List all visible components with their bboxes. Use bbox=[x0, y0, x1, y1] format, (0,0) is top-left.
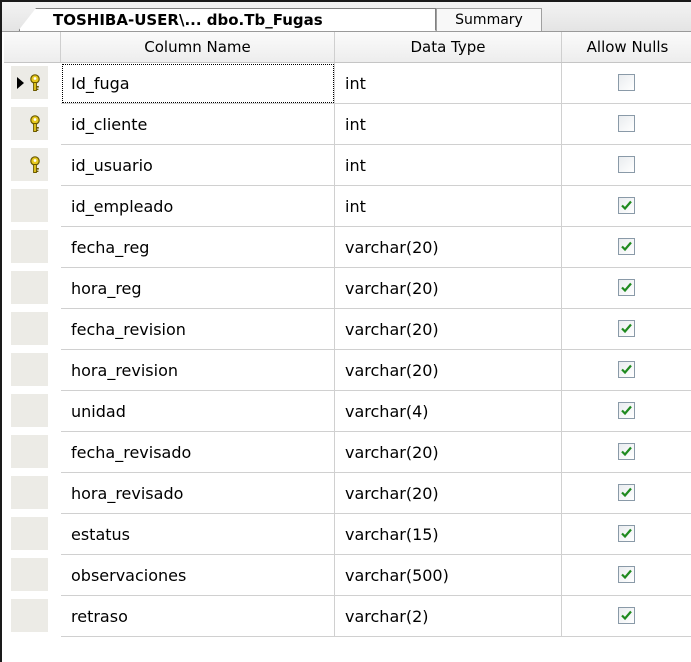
row-pointer-arrow-icon bbox=[17, 77, 24, 89]
allow-nulls-checkbox[interactable] bbox=[618, 402, 635, 419]
grid-header: Column Name Data Type Allow Nulls bbox=[4, 32, 691, 63]
allow-nulls-checkbox[interactable] bbox=[618, 238, 635, 255]
allow-nulls-checkbox[interactable] bbox=[618, 74, 635, 91]
table-row[interactable]: hora_revision varchar(20) bbox=[4, 350, 691, 391]
header-data-type[interactable]: Data Type bbox=[335, 32, 562, 62]
header-column-name[interactable]: Column Name bbox=[61, 32, 335, 62]
row-selector[interactable] bbox=[11, 230, 48, 264]
allow-nulls-cell bbox=[562, 104, 691, 145]
row-selector[interactable] bbox=[11, 353, 48, 387]
table-row[interactable]: hora_revisado varchar(20) bbox=[4, 473, 691, 514]
data-type-cell[interactable]: varchar(4) bbox=[335, 391, 562, 432]
tab-table-design[interactable]: TOSHIBA-USER\... dbo.Tb_Fugas bbox=[18, 8, 436, 31]
row-selector[interactable] bbox=[11, 394, 48, 428]
table-row[interactable]: unidad varchar(4) bbox=[4, 391, 691, 432]
data-type-cell[interactable]: int bbox=[335, 104, 562, 145]
allow-nulls-checkbox[interactable] bbox=[618, 484, 635, 501]
data-type-cell[interactable]: varchar(20) bbox=[335, 473, 562, 514]
data-type-cell[interactable]: varchar(500) bbox=[335, 555, 562, 596]
table-row[interactable]: observaciones varchar(500) bbox=[4, 555, 691, 596]
data-type-cell[interactable]: int bbox=[335, 145, 562, 186]
allow-nulls-checkbox[interactable] bbox=[618, 566, 635, 583]
header-allow-nulls[interactable]: Allow Nulls bbox=[562, 32, 691, 62]
column-name-cell[interactable]: observaciones bbox=[61, 555, 335, 596]
row-selector[interactable] bbox=[11, 435, 48, 469]
allow-nulls-checkbox[interactable] bbox=[618, 320, 635, 337]
allow-nulls-cell bbox=[562, 391, 691, 432]
allow-nulls-cell bbox=[562, 514, 691, 555]
data-type-cell[interactable]: int bbox=[335, 63, 562, 104]
row-selector-header bbox=[4, 32, 61, 62]
row-selector[interactable] bbox=[11, 476, 48, 510]
allow-nulls-cell bbox=[562, 555, 691, 596]
table-row[interactable]: hora_reg varchar(20) bbox=[4, 268, 691, 309]
table-row[interactable]: fecha_revision varchar(20) bbox=[4, 309, 691, 350]
allow-nulls-cell bbox=[562, 63, 691, 104]
allow-nulls-checkbox[interactable] bbox=[618, 607, 635, 624]
column-name-cell[interactable]: hora_revision bbox=[61, 350, 335, 391]
row-selector[interactable] bbox=[11, 312, 48, 346]
data-type-cell[interactable]: varchar(2) bbox=[335, 596, 562, 637]
table-row[interactable]: id_usuario int bbox=[4, 145, 691, 186]
key-icon bbox=[28, 115, 42, 137]
data-type-cell[interactable]: varchar(15) bbox=[335, 514, 562, 555]
data-type-cell[interactable]: varchar(20) bbox=[335, 432, 562, 473]
column-name-cell[interactable]: unidad bbox=[61, 391, 335, 432]
table-row[interactable]: id_cliente int bbox=[4, 104, 691, 145]
data-type-cell[interactable]: varchar(20) bbox=[335, 227, 562, 268]
column-name-cell[interactable]: Id_fuga bbox=[61, 63, 335, 104]
data-type-cell[interactable]: varchar(20) bbox=[335, 350, 562, 391]
column-name-cell[interactable]: estatus bbox=[61, 514, 335, 555]
allow-nulls-cell bbox=[562, 186, 691, 227]
allow-nulls-checkbox[interactable] bbox=[618, 115, 635, 132]
column-name-cell[interactable]: fecha_reg bbox=[61, 227, 335, 268]
row-selector[interactable] bbox=[11, 189, 48, 223]
column-name-cell[interactable]: hora_reg bbox=[61, 268, 335, 309]
table-row[interactable]: fecha_reg varchar(20) bbox=[4, 227, 691, 268]
table-row[interactable]: retraso varchar(2) bbox=[4, 596, 691, 637]
allow-nulls-cell bbox=[562, 227, 691, 268]
column-name-cell[interactable]: hora_revisado bbox=[61, 473, 335, 514]
table-row[interactable]: fecha_revisado varchar(20) bbox=[4, 432, 691, 473]
allow-nulls-cell bbox=[562, 350, 691, 391]
data-type-cell[interactable]: int bbox=[335, 186, 562, 227]
tab-summary[interactable]: Summary bbox=[436, 8, 542, 31]
allow-nulls-cell bbox=[562, 268, 691, 309]
column-name-cell[interactable]: id_empleado bbox=[61, 186, 335, 227]
data-type-cell[interactable]: varchar(20) bbox=[335, 268, 562, 309]
table-designer-window: TOSHIBA-USER\... dbo.Tb_Fugas Summary Co… bbox=[0, 0, 691, 662]
row-selector[interactable] bbox=[11, 517, 48, 551]
key-icon bbox=[28, 156, 42, 178]
column-name-cell[interactable]: fecha_revision bbox=[61, 309, 335, 350]
allow-nulls-checkbox[interactable] bbox=[618, 361, 635, 378]
allow-nulls-checkbox[interactable] bbox=[618, 197, 635, 214]
key-icon bbox=[28, 74, 42, 96]
allow-nulls-checkbox[interactable] bbox=[618, 279, 635, 296]
table-row[interactable]: estatus varchar(15) bbox=[4, 514, 691, 555]
allow-nulls-cell bbox=[562, 473, 691, 514]
column-name-cell[interactable]: retraso bbox=[61, 596, 335, 637]
allow-nulls-checkbox[interactable] bbox=[618, 443, 635, 460]
row-selector[interactable] bbox=[11, 558, 48, 592]
allow-nulls-cell bbox=[562, 145, 691, 186]
document-tab-strip: TOSHIBA-USER\... dbo.Tb_Fugas Summary bbox=[2, 2, 691, 32]
allow-nulls-cell bbox=[562, 432, 691, 473]
row-selector[interactable] bbox=[11, 599, 48, 633]
allow-nulls-cell bbox=[562, 596, 691, 637]
row-selector[interactable] bbox=[11, 271, 48, 305]
table-row[interactable]: id_empleado int bbox=[4, 186, 691, 227]
allow-nulls-checkbox[interactable] bbox=[618, 525, 635, 542]
allow-nulls-checkbox[interactable] bbox=[618, 156, 635, 173]
column-name-cell[interactable]: id_cliente bbox=[61, 104, 335, 145]
data-type-cell[interactable]: varchar(20) bbox=[335, 309, 562, 350]
column-name-cell[interactable]: fecha_revisado bbox=[61, 432, 335, 473]
allow-nulls-cell bbox=[562, 309, 691, 350]
column-name-cell[interactable]: id_usuario bbox=[61, 145, 335, 186]
table-row[interactable]: Id_fuga int bbox=[4, 63, 691, 104]
